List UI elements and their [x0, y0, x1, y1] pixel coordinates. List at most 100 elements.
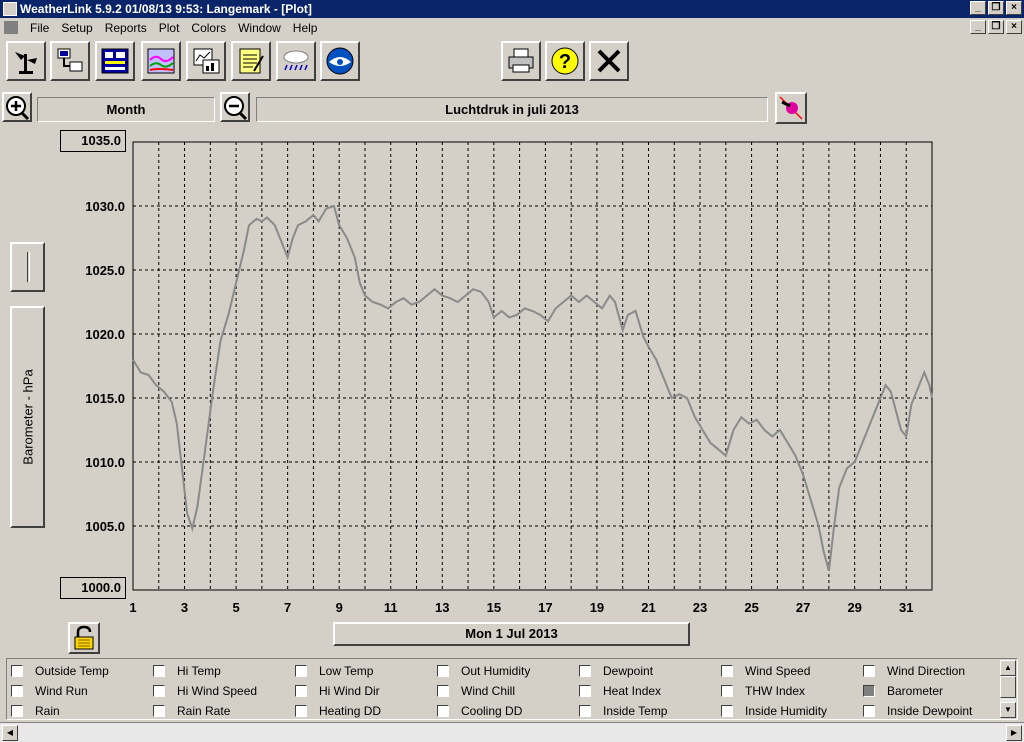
scroll-thumb[interactable]: [1000, 676, 1016, 698]
date-bar[interactable]: Mon 1 Jul 2013: [333, 622, 690, 646]
lock-icon: [74, 625, 94, 650]
legend-checkbox[interactable]: [863, 685, 875, 697]
legend-checkbox[interactable]: [863, 705, 875, 717]
notes-button[interactable]: [231, 41, 271, 81]
legend-checkbox[interactable]: [579, 705, 591, 717]
legend-checkbox[interactable]: [153, 665, 165, 677]
legend-checkbox[interactable]: [579, 665, 591, 677]
legend-item[interactable]: Hi Temp: [153, 661, 295, 681]
menu-setup[interactable]: Setup: [55, 20, 98, 36]
minimize-button[interactable]: _: [970, 1, 986, 15]
legend-item[interactable]: Heat Index: [579, 681, 721, 701]
scroll-left-icon[interactable]: ◀: [2, 725, 18, 741]
menu-window[interactable]: Window: [232, 20, 287, 36]
child-close-button[interactable]: ×: [1006, 20, 1022, 34]
close-window-button[interactable]: ×: [1006, 1, 1022, 15]
print-button[interactable]: [501, 41, 541, 81]
noaa-icon: [326, 47, 354, 75]
legend-checkbox[interactable]: [295, 705, 307, 717]
legend-checkbox[interactable]: [721, 685, 733, 697]
legend-item[interactable]: Inside Dewpoint: [863, 701, 1005, 721]
menu-plot[interactable]: Plot: [153, 20, 186, 36]
menu-file[interactable]: File: [24, 20, 55, 36]
legend-label: Wind Direction: [887, 664, 966, 678]
horizontal-scrollbar[interactable]: ◀ ▶: [0, 722, 1024, 742]
barometer-plot[interactable]: 1030.01025.01020.01015.01010.01005.0 135…: [0, 128, 1024, 618]
graph-button[interactable]: [141, 41, 181, 81]
legend-label: Inside Dewpoint: [887, 704, 973, 718]
legend-item[interactable]: THW Index: [721, 681, 863, 701]
close-plot-button[interactable]: [589, 41, 629, 81]
zoom-in-button[interactable]: [2, 92, 32, 122]
legend-scrollbar[interactable]: ▲ ▼: [1000, 660, 1016, 718]
x-tick-label: 7: [284, 600, 291, 615]
connect-icon: [57, 48, 83, 72]
legend-checkbox[interactable]: [11, 665, 23, 677]
app-icon[interactable]: [3, 2, 17, 16]
legend-item[interactable]: Hi Wind Speed: [153, 681, 295, 701]
legend-checkbox[interactable]: [11, 705, 23, 717]
legend-item[interactable]: Low Temp: [295, 661, 437, 681]
color-picker-button[interactable]: [775, 92, 807, 124]
bulletin-button[interactable]: [95, 41, 135, 81]
weather-button[interactable]: [276, 41, 316, 81]
legend-item[interactable]: Outside Temp: [11, 661, 153, 681]
legend-item[interactable]: Wind Chill: [437, 681, 579, 701]
legend-item[interactable]: Rain: [11, 701, 153, 721]
legend-checkbox[interactable]: [863, 665, 875, 677]
y-tick-label: 1010.0: [85, 455, 125, 470]
zoom-out-button[interactable]: [220, 92, 250, 122]
plot-title-input[interactable]: Luchtdruk in juli 2013: [256, 97, 768, 122]
menu-help[interactable]: Help: [287, 20, 324, 36]
legend-checkbox[interactable]: [153, 685, 165, 697]
zoom-period-field[interactable]: Month: [37, 97, 215, 122]
legend-item[interactable]: Inside Humidity: [721, 701, 863, 721]
plot-button[interactable]: [186, 41, 226, 81]
x-tick-label: 27: [796, 600, 810, 615]
legend-checkbox[interactable]: [721, 705, 733, 717]
legend-checkbox[interactable]: [437, 665, 449, 677]
legend-label: Rain Rate: [177, 704, 231, 718]
x-tick-label: 17: [538, 600, 552, 615]
legend-item[interactable]: Wind Speed: [721, 661, 863, 681]
plot-icon: [193, 48, 220, 74]
legend-item[interactable]: Wind Direction: [863, 661, 1005, 681]
connect-button[interactable]: [50, 41, 90, 81]
scroll-right-icon[interactable]: ▶: [1006, 725, 1022, 741]
station-button[interactable]: [6, 41, 46, 81]
legend-item[interactable]: Inside Temp: [579, 701, 721, 721]
legend-item[interactable]: Rain Rate: [153, 701, 295, 721]
restore-button[interactable]: ❐: [988, 1, 1004, 15]
child-minimize-button[interactable]: _: [970, 20, 986, 34]
document-icon[interactable]: [4, 21, 18, 34]
scroll-down-icon[interactable]: ▼: [1000, 702, 1016, 718]
lock-button[interactable]: [68, 622, 100, 654]
legend-checkbox[interactable]: [437, 705, 449, 717]
menu-colors[interactable]: Colors: [185, 20, 232, 36]
legend-item[interactable]: Barometer: [863, 681, 1005, 701]
legend-item[interactable]: Out Humidity: [437, 661, 579, 681]
scroll-up-icon[interactable]: ▲: [1000, 660, 1016, 676]
legend-item[interactable]: Heating DD: [295, 701, 437, 721]
legend-checkbox[interactable]: [721, 665, 733, 677]
legend-item[interactable]: Dewpoint: [579, 661, 721, 681]
x-tick-label: 9: [336, 600, 343, 615]
legend-checkbox[interactable]: [295, 665, 307, 677]
legend-checkbox[interactable]: [295, 685, 307, 697]
legend-label: Cooling DD: [461, 704, 523, 718]
help-button[interactable]: ?: [545, 41, 585, 81]
child-restore-button[interactable]: ❐: [988, 20, 1004, 34]
menu-reports[interactable]: Reports: [99, 20, 153, 36]
legend-checkbox[interactable]: [579, 685, 591, 697]
x-tick-labels: 1 3 5 7 9 11 13 15 17 19 21 23 25 27 29 31: [129, 600, 913, 615]
y-tick-label: 1030.0: [85, 199, 125, 214]
legend-item[interactable]: Wind Run: [11, 681, 153, 701]
notes-icon: [239, 48, 264, 74]
zoom-in-icon: [6, 96, 30, 121]
legend-checkbox[interactable]: [153, 705, 165, 717]
noaa-button[interactable]: [320, 41, 360, 81]
legend-item[interactable]: Hi Wind Dir: [295, 681, 437, 701]
legend-item[interactable]: Cooling DD: [437, 701, 579, 721]
legend-checkbox[interactable]: [437, 685, 449, 697]
legend-checkbox[interactable]: [11, 685, 23, 697]
